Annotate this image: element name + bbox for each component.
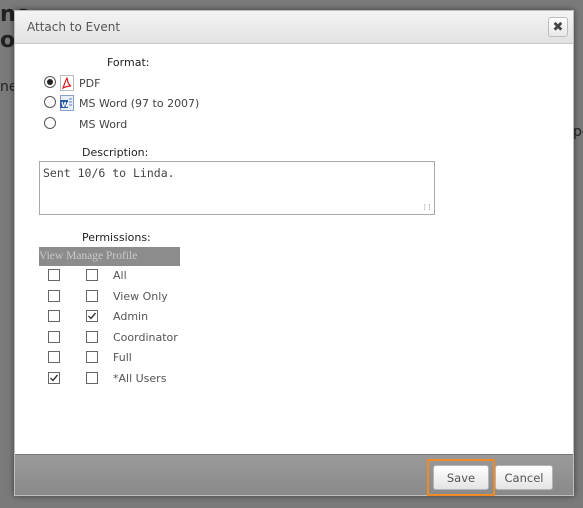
view-checkbox-all-users[interactable] <box>48 372 60 384</box>
description-textarea[interactable]: Sent 10/6 to Linda. ⁞⁞ <box>39 161 435 215</box>
manage-checkbox-full[interactable] <box>86 351 98 363</box>
view-checkbox-coordinator[interactable] <box>48 331 60 343</box>
close-icon: ✖ <box>552 19 564 35</box>
format-option-word[interactable]: MS Word <box>79 118 127 131</box>
permission-label-admin: Admin <box>113 310 149 323</box>
resize-grip-icon[interactable]: ⁞⁞ <box>422 204 432 212</box>
format-label: Format: <box>107 56 150 69</box>
view-checkbox-all[interactable] <box>48 269 60 281</box>
save-button[interactable]: Save <box>433 465 489 490</box>
view-checkbox-admin[interactable] <box>48 310 60 322</box>
description-label: Description: <box>82 146 149 159</box>
permissions-label: Permissions: <box>82 231 151 244</box>
format-radio-pdf[interactable] <box>44 76 56 88</box>
cancel-button[interactable]: Cancel <box>495 465 553 490</box>
permission-label-view-only: View Only <box>113 290 168 303</box>
format-option-pdf[interactable]: PDF <box>79 77 100 90</box>
dialog-titlebar[interactable]: Attach to Event ✖ <box>15 11 573 44</box>
format-radio-word2007[interactable] <box>44 96 56 108</box>
permission-label-full: Full <box>113 351 132 364</box>
attach-dialog: Attach to Event ✖ Format: PDF W MS Word … <box>14 10 574 496</box>
manage-checkbox-coordinator[interactable] <box>86 331 98 343</box>
manage-checkbox-all[interactable] <box>86 269 98 281</box>
dialog-title: Attach to Event <box>27 20 121 34</box>
format-option-word2007[interactable]: MS Word (97 to 2007) <box>79 97 199 110</box>
pdf-icon <box>60 75 74 91</box>
permissions-header: View Manage Profile <box>39 247 180 266</box>
svg-text:W: W <box>61 101 69 109</box>
permission-label-all-users: *All Users <box>113 372 167 385</box>
checkmark-icon <box>50 374 59 382</box>
background-text: po <box>573 124 583 140</box>
view-checkbox-view-only[interactable] <box>48 290 60 302</box>
word-icon: W <box>60 95 74 111</box>
permission-label-coordinator: Coordinator <box>113 331 178 344</box>
checkmark-icon <box>88 312 97 320</box>
background-text: o <box>0 28 16 53</box>
view-checkbox-full[interactable] <box>48 351 60 363</box>
manage-checkbox-all-users[interactable] <box>86 372 98 384</box>
manage-checkbox-view-only[interactable] <box>86 290 98 302</box>
format-radio-word[interactable] <box>44 117 56 129</box>
permission-label-all: All <box>113 269 127 282</box>
manage-checkbox-admin[interactable] <box>86 310 98 322</box>
description-value: Sent 10/6 to Linda. <box>43 166 175 180</box>
close-button[interactable]: ✖ <box>548 17 568 37</box>
